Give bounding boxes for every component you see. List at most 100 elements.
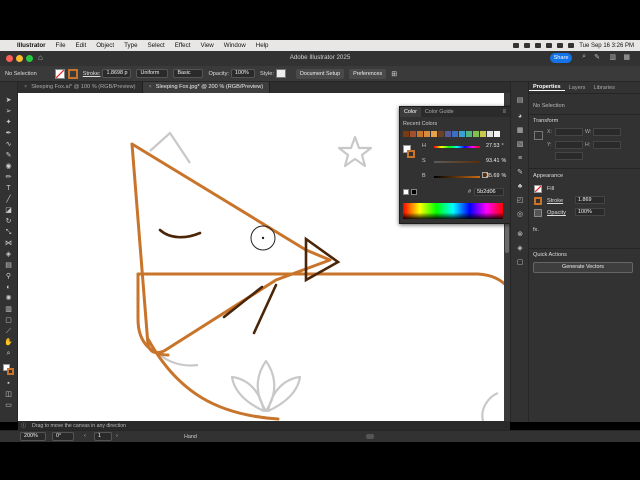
variable-width-select[interactable]: Uniform bbox=[136, 69, 169, 78]
tab-libraries[interactable]: Libraries bbox=[589, 85, 618, 91]
hue-slider[interactable] bbox=[434, 146, 480, 148]
none-color-icon[interactable] bbox=[403, 189, 409, 195]
fill-stroke-indicator[interactable] bbox=[3, 364, 14, 375]
workspace-icon[interactable]: ▥ bbox=[609, 53, 616, 61]
menu-clock[interactable]: Tue Sep 16 3:26 PM bbox=[579, 43, 634, 49]
search-help-icon[interactable]: ⌕ bbox=[582, 53, 586, 61]
links-panel-icon[interactable]: ⊗ bbox=[515, 230, 525, 239]
stroke-weight-field[interactable]: 1.8698 p bbox=[102, 69, 132, 78]
opacity-field[interactable]: 100% bbox=[230, 69, 255, 78]
close-tab-icon[interactable]: × bbox=[149, 84, 152, 90]
shape-builder-tool-icon[interactable]: ◈ bbox=[3, 250, 14, 259]
cc-icon[interactable] bbox=[524, 43, 531, 48]
recent-color-swatch[interactable] bbox=[487, 131, 493, 137]
screen-mode-icon[interactable]: ▭ bbox=[3, 401, 14, 410]
recent-color-swatch[interactable] bbox=[473, 131, 479, 137]
recent-color-swatch[interactable] bbox=[417, 131, 423, 137]
generate-vectors-button[interactable]: Generate Vectors bbox=[533, 262, 633, 273]
graphic-styles-panel-icon[interactable]: ◰ bbox=[515, 196, 525, 205]
brightness-slider[interactable] bbox=[434, 176, 480, 178]
curvature-tool-icon[interactable]: ∿ bbox=[3, 140, 14, 149]
tab-properties[interactable]: Properties bbox=[529, 84, 565, 91]
appearance-fill-swatch[interactable] bbox=[534, 185, 542, 193]
recent-color-swatch[interactable] bbox=[480, 131, 486, 137]
menu-edit[interactable]: Edit bbox=[71, 42, 92, 49]
width-tool-icon[interactable]: ⋈ bbox=[3, 239, 14, 248]
menu-view[interactable]: View bbox=[195, 42, 218, 49]
hex-input[interactable]: 5b2d06 bbox=[474, 188, 504, 196]
stroke-label[interactable]: Stroke bbox=[547, 198, 563, 204]
stroke-swatch[interactable] bbox=[67, 68, 78, 79]
panel-menu-icon[interactable]: ≡ bbox=[498, 107, 510, 117]
wifi-icon[interactable] bbox=[546, 43, 553, 48]
horizontal-scrollbar-thumb[interactable] bbox=[366, 434, 374, 439]
layers-panel-icon[interactable]: ◈ bbox=[515, 244, 525, 253]
recent-color-swatch[interactable] bbox=[466, 131, 472, 137]
color-spectrum[interactable] bbox=[403, 203, 503, 219]
align-icon[interactable]: ⊞ bbox=[391, 70, 397, 78]
recent-color-swatch[interactable] bbox=[403, 131, 409, 137]
rotation-field[interactable] bbox=[555, 152, 583, 160]
brush-select[interactable]: Basic bbox=[173, 69, 204, 78]
menu-app-name[interactable]: Illustrator bbox=[12, 42, 51, 49]
saturation-value[interactable]: 93.41% bbox=[486, 158, 506, 164]
arrange-documents-icon[interactable]: ▦ bbox=[623, 53, 630, 61]
discover-icon[interactable]: ✎ bbox=[594, 53, 600, 61]
artboard-tool-icon[interactable]: ▢ bbox=[3, 316, 14, 325]
recent-color-swatch[interactable] bbox=[431, 131, 437, 137]
fill-swatch[interactable] bbox=[54, 68, 65, 79]
preferences-button[interactable]: Preferences bbox=[349, 68, 387, 79]
slice-tool-icon[interactable]: ⟋ bbox=[3, 327, 14, 336]
menu-select[interactable]: Select bbox=[143, 42, 170, 49]
opacity-input[interactable]: 100% bbox=[575, 208, 605, 216]
scale-tool-icon[interactable]: ⤡ bbox=[3, 228, 14, 237]
saturation-slider[interactable] bbox=[434, 161, 480, 163]
zoom-tool-icon[interactable]: ⌕ bbox=[3, 349, 14, 358]
record-icon[interactable] bbox=[513, 43, 520, 48]
menu-file[interactable]: File bbox=[51, 42, 71, 49]
magic-wand-tool-icon[interactable]: ✦ bbox=[3, 118, 14, 127]
line-tool-icon[interactable]: ╱ bbox=[3, 195, 14, 204]
recent-color-swatch[interactable] bbox=[452, 131, 458, 137]
eyedropper-tool-icon[interactable]: ⚲ bbox=[3, 272, 14, 281]
graph-tool-icon[interactable]: ▥ bbox=[3, 305, 14, 314]
color-panel-icon[interactable]: ◕ bbox=[515, 112, 525, 121]
direct-selection-tool-icon[interactable]: ➢ bbox=[3, 107, 14, 116]
recent-color-swatch[interactable] bbox=[445, 131, 451, 137]
color-mode-icon[interactable]: ▪ bbox=[3, 379, 14, 388]
menu-window[interactable]: Window bbox=[219, 42, 251, 49]
recent-color-swatch[interactable] bbox=[424, 131, 430, 137]
libraries-panel-icon[interactable]: ▢ bbox=[515, 258, 525, 267]
zoom-field[interactable]: 200% bbox=[20, 432, 46, 441]
pencil-tool-icon[interactable]: ✏ bbox=[3, 173, 14, 182]
search-icon[interactable] bbox=[557, 43, 564, 48]
recent-color-swatch[interactable] bbox=[494, 131, 500, 137]
tab-layers[interactable]: Layers bbox=[565, 85, 590, 91]
tab-color[interactable]: Color bbox=[400, 107, 421, 117]
tab-sleeping-fox-ai[interactable]: × Sleeping Fox.ai* @ 100 % (RGB/Preview) bbox=[18, 82, 143, 93]
stroke-panel-icon[interactable]: ≡ bbox=[515, 154, 525, 163]
stroke-weight-input[interactable]: 1.869 bbox=[575, 196, 605, 204]
appearance-stroke-swatch[interactable] bbox=[534, 197, 542, 205]
stroke-indicator-icon[interactable] bbox=[7, 368, 14, 375]
style-swatch[interactable] bbox=[275, 69, 286, 78]
document-setup-button[interactable]: Document Setup bbox=[295, 68, 345, 79]
artboard-number-field[interactable]: 1 bbox=[94, 432, 112, 441]
properties-panel-icon[interactable]: ▤ bbox=[515, 96, 525, 105]
reference-point-icon[interactable] bbox=[534, 131, 543, 140]
recent-color-swatch[interactable] bbox=[438, 131, 444, 137]
paintbrush-tool-icon[interactable]: ✎ bbox=[3, 151, 14, 160]
tab-color-guide[interactable]: Color Guide bbox=[421, 107, 458, 117]
gradient-panel-icon[interactable]: ▧ bbox=[515, 140, 525, 149]
next-artboard-icon[interactable]: › bbox=[116, 433, 118, 439]
swatches-panel-icon[interactable]: ▦ bbox=[515, 126, 525, 135]
draw-mode-icon[interactable]: ◫ bbox=[3, 390, 14, 399]
brightness-value[interactable]: 35.69% bbox=[486, 173, 506, 179]
black-color-icon[interactable] bbox=[411, 189, 417, 195]
share-button[interactable]: Share bbox=[550, 53, 572, 63]
menu-type[interactable]: Type bbox=[119, 42, 142, 49]
hand-tool-icon[interactable]: ✋ bbox=[3, 338, 14, 347]
recent-color-swatch[interactable] bbox=[410, 131, 416, 137]
selection-tool-icon[interactable]: ➤ bbox=[3, 96, 14, 105]
blend-tool-icon[interactable]: ◐ bbox=[3, 283, 14, 292]
